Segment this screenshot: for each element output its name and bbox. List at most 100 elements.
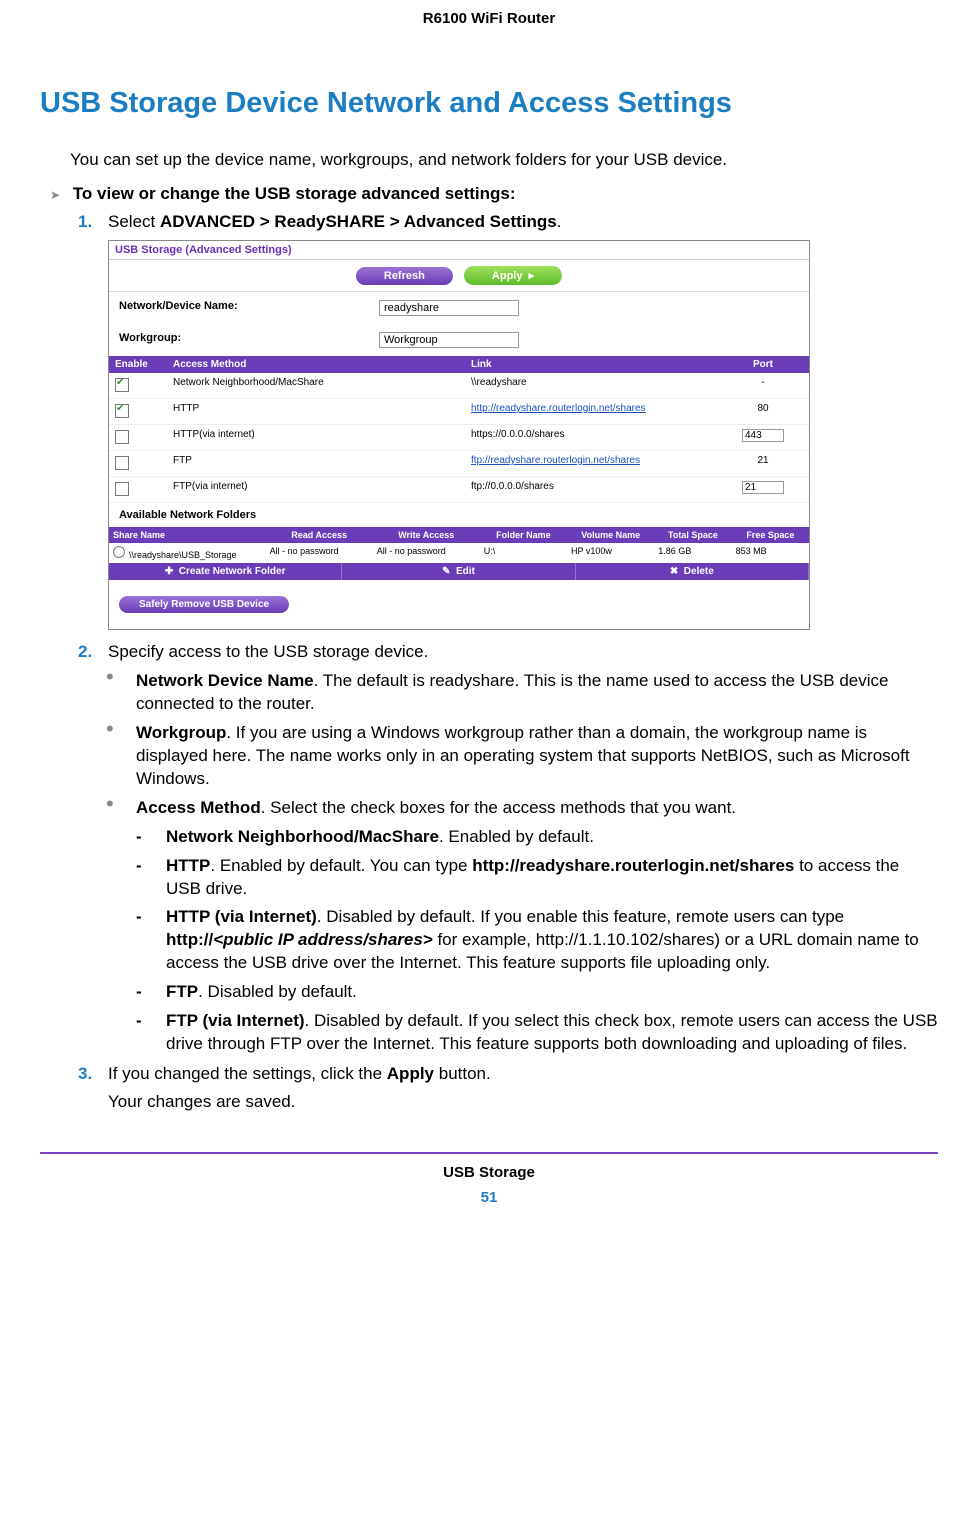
port-cell: 21 <box>717 451 809 476</box>
access-method-cell: FTP <box>167 451 465 476</box>
port-cell: 21 <box>717 477 809 502</box>
access-method-cell: Network Neighborhood/MacShare <box>167 373 465 398</box>
procedure-text: To view or change the USB storage advanc… <box>73 184 516 203</box>
th-port: Port <box>717 356 809 373</box>
step-3-result: Your changes are saved. <box>108 1092 938 1112</box>
link-cell: https://0.0.0.0/shares <box>465 425 717 450</box>
step-period: . <box>557 212 562 231</box>
step-1: 1. Select ADVANCED > ReadySHARE > Advanc… <box>78 212 938 232</box>
link-cell[interactable]: http://readyshare.routerlogin.net/shares <box>465 399 717 424</box>
bullet-icon: • <box>106 722 114 736</box>
dash-http-internet: -HTTP (via Internet). Disabled by defaul… <box>136 906 938 975</box>
th-enable: Enable <box>109 356 167 373</box>
step-number: 3. <box>78 1064 92 1084</box>
fh-volume: Volume Name <box>567 527 654 543</box>
step-text: Select <box>108 212 160 231</box>
step-number: 2. <box>78 642 92 662</box>
access-row: FTPftp://readyshare.routerlogin.net/shar… <box>109 451 809 477</box>
fh-share: Share Name <box>109 527 266 543</box>
step-text: Specify access to the USB storage device… <box>108 642 428 661</box>
procedure-heading: ➤ To view or change the USB storage adva… <box>50 184 938 204</box>
port-cell: 80 <box>717 399 809 424</box>
port-cell: - <box>717 373 809 398</box>
checkbox[interactable] <box>115 378 129 392</box>
radio-icon[interactable] <box>113 546 125 558</box>
workgroup-input[interactable]: Workgroup <box>379 332 519 348</box>
access-method-cell: FTP(via internet) <box>167 477 465 502</box>
fh-write: Write Access <box>373 527 480 543</box>
footer-text: USB Storage <box>40 1164 938 1181</box>
button-row: Refresh Apply ▸ <box>109 260 809 292</box>
workgroup-label: Workgroup: <box>119 332 379 348</box>
step-3: 3. If you changed the settings, click th… <box>78 1064 938 1084</box>
checkbox[interactable] <box>115 456 129 470</box>
delete-button[interactable]: ✖ Delete <box>576 563 809 580</box>
checkbox[interactable] <box>115 430 129 444</box>
folder-actions: ✚ Create Network Folder ✎ Edit ✖ Delete <box>109 563 809 580</box>
port-input[interactable]: 443 <box>742 429 784 442</box>
folders-label: Available Network Folders <box>109 503 809 527</box>
checkbox[interactable] <box>115 482 129 496</box>
fh-free: Free Space <box>732 527 809 543</box>
fr-folder: U:\ <box>480 543 567 563</box>
dash-icon: - <box>136 906 142 929</box>
fh-total: Total Space <box>654 527 731 543</box>
edit-button[interactable]: ✎ Edit <box>342 563 575 580</box>
bullet-workgroup: •Workgroup. If you are using a Windows w… <box>106 722 938 791</box>
step-number: 1. <box>78 212 92 232</box>
device-name-input[interactable]: readyshare <box>379 300 519 316</box>
fr-share: \\readyshare\USB_Storage <box>109 543 266 563</box>
apply-word: Apply <box>387 1064 434 1083</box>
create-folder-button[interactable]: ✚ Create Network Folder <box>109 563 342 580</box>
router-screenshot: USB Storage (Advanced Settings) Refresh … <box>108 240 810 630</box>
link-cell: ftp://0.0.0.0/shares <box>465 477 717 502</box>
dash-icon: - <box>136 981 142 1004</box>
section-title: USB Storage Device Network and Access Se… <box>40 87 938 120</box>
page-header: R6100 WiFi Router <box>40 10 938 27</box>
dash-ftp-internet: -FTP (via Internet). Disabled by default… <box>136 1010 938 1056</box>
safely-remove-button[interactable]: Safely Remove USB Device <box>119 596 289 613</box>
checkbox[interactable] <box>115 404 129 418</box>
intro-text: You can set up the device name, workgrou… <box>70 150 938 170</box>
fr-read: All - no password <box>266 543 373 563</box>
fr-free: 853 MB <box>732 543 809 563</box>
port-cell: 443 <box>717 425 809 450</box>
dash-macshare: -Network Neighborhood/MacShare. Enabled … <box>136 826 938 849</box>
apply-button[interactable]: Apply ▸ <box>464 266 562 285</box>
dash-icon: - <box>136 1010 142 1033</box>
fh-folder: Folder Name <box>480 527 567 543</box>
dash-http: -HTTP. Enabled by default. You can type … <box>136 855 938 901</box>
dash-ftp: -FTP. Disabled by default. <box>136 981 938 1004</box>
folders-head: Share Name Read Access Write Access Fold… <box>109 527 809 543</box>
access-row: HTTPhttp://readyshare.routerlogin.net/sh… <box>109 399 809 425</box>
access-method-cell: HTTP(via internet) <box>167 425 465 450</box>
access-table-head: Enable Access Method Link Port <box>109 356 809 373</box>
refresh-button[interactable]: Refresh <box>356 267 453 285</box>
link-cell[interactable]: ftp://readyshare.routerlogin.net/shares <box>465 451 717 476</box>
dash-icon: - <box>136 855 142 878</box>
device-name-label: Network/Device Name: <box>119 300 379 316</box>
port-input[interactable]: 21 <box>742 481 784 494</box>
bullet-icon: • <box>106 797 114 811</box>
access-row: FTP(via internet)ftp://0.0.0.0/shares 21 <box>109 477 809 503</box>
dash-icon: - <box>136 826 142 849</box>
panel-title: USB Storage (Advanced Settings) <box>109 241 809 260</box>
fr-volume: HP v100w <box>567 543 654 563</box>
th-link: Link <box>465 356 717 373</box>
device-name-field: Network/Device Name: readyshare <box>109 292 809 324</box>
bullet-access-method: •Access Method. Select the check boxes f… <box>106 797 938 820</box>
access-row: Network Neighborhood/MacShare\\readyshar… <box>109 373 809 399</box>
bullet-network-device: •Network Device Name. The default is rea… <box>106 670 938 716</box>
fr-write: All - no password <box>373 543 480 563</box>
step-path: ADVANCED > ReadySHARE > Advanced Setting… <box>160 212 557 231</box>
page-number: 51 <box>40 1189 938 1206</box>
footer-divider <box>40 1152 938 1154</box>
fh-read: Read Access <box>266 527 373 543</box>
link-cell: \\readyshare <box>465 373 717 398</box>
workgroup-field: Workgroup: Workgroup <box>109 324 809 356</box>
th-method: Access Method <box>167 356 465 373</box>
step-text: If you changed the settings, click the <box>108 1064 387 1083</box>
access-method-cell: HTTP <box>167 399 465 424</box>
arrow-icon: ➤ <box>50 188 60 202</box>
step-2: 2. Specify access to the USB storage dev… <box>78 642 938 662</box>
